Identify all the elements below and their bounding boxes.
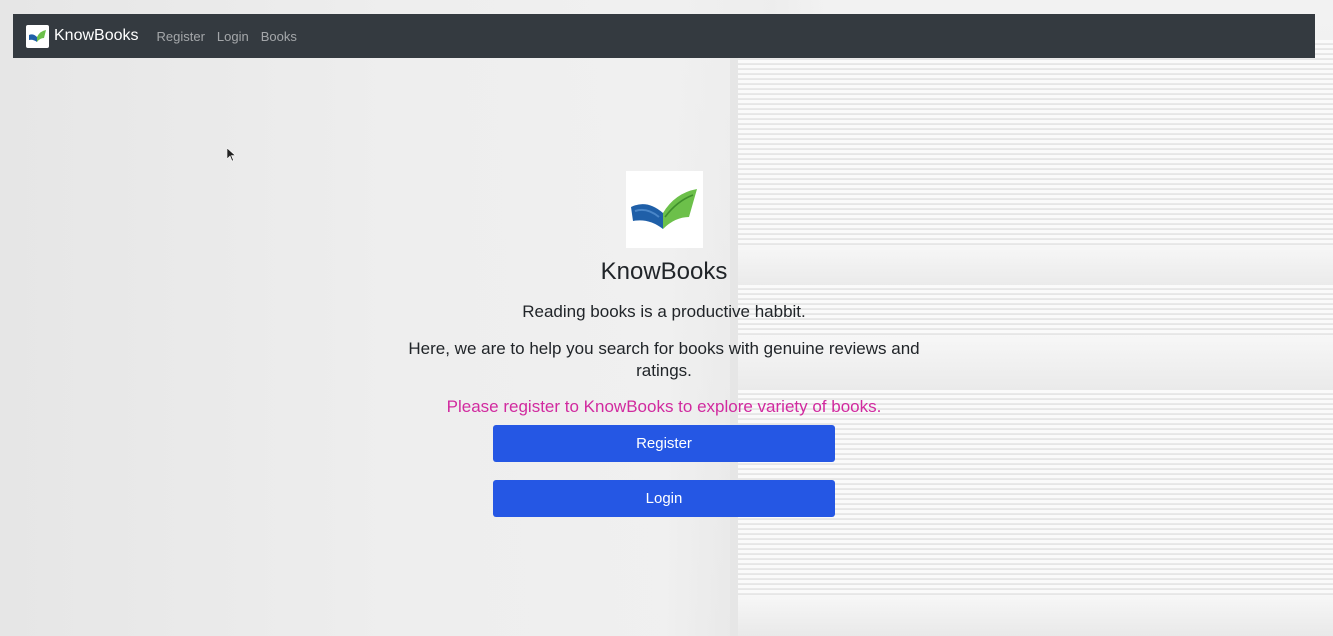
nav-links: Register Login Books — [157, 29, 309, 44]
nav-link-register[interactable]: Register — [157, 29, 205, 44]
brand-name: KnowBooks — [54, 27, 139, 44]
description: Here, we are to help you search for book… — [408, 339, 920, 380]
hero-section: KnowBooks Reading books is a productive … — [394, 171, 934, 517]
book-stack-8 — [730, 595, 1333, 636]
nav-link-login[interactable]: Login — [217, 29, 249, 44]
tagline: Reading books is a productive habbit. — [522, 302, 806, 321]
open-book-icon — [26, 24, 49, 48]
navbar-brand[interactable]: KnowBooks — [26, 24, 139, 48]
register-button[interactable]: Register — [493, 425, 835, 462]
knowbooks-logo — [625, 171, 703, 248]
nav-link-books[interactable]: Books — [261, 29, 297, 44]
mouse-pointer-icon — [226, 147, 237, 167]
register-invite: Please register to KnowBooks to explore … — [446, 397, 882, 416]
open-book-icon — [631, 188, 697, 229]
login-button[interactable]: Login — [493, 480, 835, 517]
page-title: KnowBooks — [600, 258, 728, 285]
navbar: KnowBooks Register Login Books — [13, 14, 1315, 58]
